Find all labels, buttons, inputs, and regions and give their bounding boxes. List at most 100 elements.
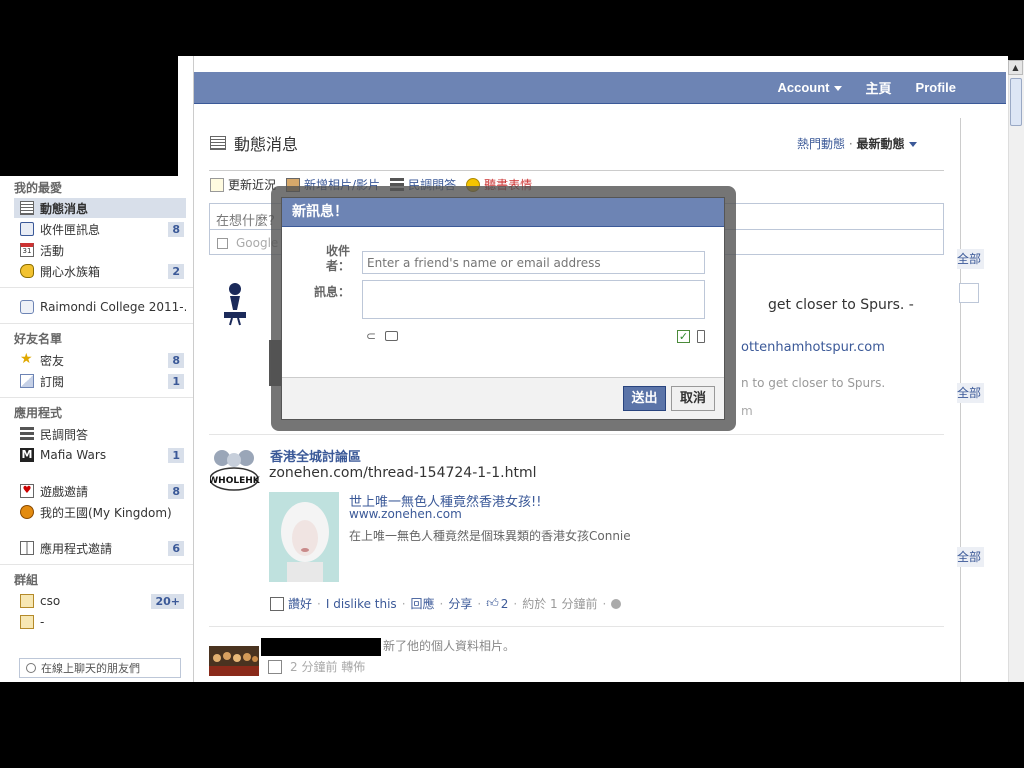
home-link[interactable]: 主頁 — [854, 78, 904, 97]
groups-heading: 群組 — [14, 573, 39, 587]
count-badge: 20+ — [151, 593, 184, 609]
message-label: 訊息： — [313, 285, 350, 299]
top-news-link[interactable]: 熱門動態 — [797, 137, 845, 151]
page-title: 動態消息 — [210, 131, 298, 155]
sidebar-item-group-dash[interactable]: - — [14, 612, 186, 632]
app-invite-icon — [20, 541, 34, 555]
recipient-label: 收件者： — [325, 244, 350, 273]
story-text: zonehen.com/thread-154724-1-1.html — [269, 465, 537, 481]
story-time: 2 分鐘前 轉佈 — [290, 660, 366, 674]
page-title-text: 動態消息 — [234, 135, 299, 154]
game-card-icon: ♥ — [20, 484, 34, 498]
sidebar-item-news-feed[interactable]: 動態消息 — [14, 198, 186, 218]
tab-label: 更新近況 — [228, 178, 277, 192]
star-icon: ★ — [20, 351, 33, 367]
story-text: get closer to Spurs. - — [768, 297, 914, 313]
top-navigation-bar: Account 主頁 Profile — [194, 72, 1006, 104]
profile-link[interactable]: Profile — [904, 80, 968, 95]
sidebar-item-label: 開心水族箱 — [40, 264, 101, 279]
divider — [209, 170, 944, 171]
story-description: n to get closer to Spurs. — [741, 376, 886, 390]
unread-count-badge: 8 — [168, 221, 184, 237]
sidebar-item-label: Raimondi College 2011-... — [40, 300, 186, 314]
attachment-thumbnail[interactable] — [269, 492, 339, 582]
story-time: m — [741, 404, 753, 418]
vertical-scrollbar[interactable] — [1008, 60, 1024, 682]
sidebar-item-label: 應用程式邀請 — [40, 541, 113, 556]
sidebar-item-game-invites[interactable]: ♥ 遊戲邀請 8 — [14, 481, 186, 501]
news-feed-icon — [210, 136, 226, 150]
crown-icon — [20, 505, 34, 519]
sidebar-item-label: Mafia Wars — [40, 448, 107, 462]
avatar[interactable] — [210, 276, 260, 326]
likes-count[interactable]: 2 — [501, 597, 509, 611]
like-link[interactable]: 讚好 — [288, 595, 312, 612]
side-input[interactable] — [959, 283, 979, 303]
camera-icon[interactable] — [385, 331, 398, 341]
search-icon — [26, 663, 36, 673]
sidebar-item-label: 密友 — [40, 353, 65, 368]
globe-icon — [611, 598, 622, 609]
story-link[interactable]: ottenhamhotspur.com — [741, 340, 885, 355]
chevron-down-icon — [833, 86, 842, 92]
divider — [209, 626, 944, 627]
separator: · — [602, 596, 607, 611]
count-badge: 1 — [168, 373, 184, 389]
sidebar-item-app-invites[interactable]: 應用程式邀請 6 — [14, 538, 186, 558]
online-friends-chat-search[interactable]: 在線上聊天的朋友們 — [19, 658, 181, 678]
sidebar-item-events[interactable]: 31 活動 — [14, 240, 186, 260]
cancel-button[interactable]: 取消 — [671, 386, 715, 411]
group-icon — [20, 615, 34, 629]
story-meta: 2 分鐘前 轉佈 — [268, 658, 365, 675]
paperclip-icon[interactable]: ⊂ — [366, 329, 376, 343]
sidebar-item-inbox[interactable]: 收件匣訊息 8 — [14, 219, 186, 239]
tab-status-update[interactable]: 更新近況 — [210, 176, 276, 193]
portrait-image — [269, 492, 339, 582]
scroll-thumb[interactable] — [1010, 78, 1022, 126]
calendar-icon: 31 — [20, 243, 34, 257]
sidebar-item-network[interactable]: Raimondi College 2011-... — [14, 297, 186, 317]
left-sidebar: 我的最愛 動態消息 收件匣訊息 8 31 活動 開心水族箱 2 Raimondi… — [0, 176, 193, 682]
sidebar-item-label: - — [40, 615, 45, 629]
account-label: Account — [777, 80, 830, 95]
poll-icon — [20, 427, 34, 441]
avatar-text: WHOLEHK — [210, 476, 260, 486]
count-badge: 6 — [168, 540, 184, 556]
account-menu[interactable]: Account — [766, 80, 854, 95]
share-link[interactable]: 分享 — [448, 595, 472, 612]
sidebar-item-close-friends[interactable]: ★ 密友 8 — [14, 350, 186, 370]
sidebar-item-polls[interactable]: 民調問答 — [14, 424, 186, 444]
sidebar-item-group-cso[interactable]: cso 20+ — [14, 591, 186, 611]
sidebar-item-label: 訂閱 — [40, 374, 65, 389]
checkbox-checked-icon[interactable]: ✓ — [677, 330, 690, 343]
send-button[interactable]: 送出 — [623, 386, 666, 411]
sidebar-item-happy-aquarium[interactable]: 開心水族箱 2 — [14, 261, 186, 281]
attachment-url[interactable]: www.zonehen.com — [349, 507, 462, 521]
divider — [209, 434, 944, 435]
dislike-link[interactable]: I dislike this — [326, 597, 397, 611]
sidebar-item-my-kingdom[interactable]: 我的王國(My Kingdom) — [14, 502, 186, 522]
comment-link[interactable]: 回應 — [411, 595, 435, 612]
story-author[interactable]: 香港全城討論區 — [270, 446, 361, 465]
show-all-tab[interactable]: 全部 — [957, 249, 984, 269]
google-share-checkbox[interactable] — [217, 237, 228, 249]
show-all-tab[interactable]: 全部 — [957, 547, 984, 567]
notification-count-badge: 2 — [168, 263, 184, 279]
avatar[interactable]: WHOLEHK — [208, 448, 261, 494]
divider — [0, 323, 193, 324]
avatar[interactable] — [209, 646, 259, 676]
sidebar-item-subscriptions[interactable]: 訂閱 1 — [14, 371, 186, 391]
spurs-logo-icon — [224, 283, 246, 326]
show-all-tab[interactable]: 全部 — [957, 383, 984, 403]
message-textarea[interactable] — [362, 280, 705, 319]
feed-sort-switch: 熱門動態 · 最新動態 — [797, 135, 917, 152]
recipient-input[interactable] — [362, 251, 705, 274]
scroll-up-arrow-icon[interactable]: ▲ — [1008, 60, 1023, 75]
separator: · — [401, 596, 406, 611]
chevron-down-icon[interactable] — [908, 142, 917, 147]
sidebar-item-mafia-wars[interactable]: M Mafia Wars 1 — [14, 445, 186, 465]
most-recent-selected[interactable]: 最新動態 — [857, 137, 905, 151]
separator: · — [439, 596, 444, 611]
subscriptions-icon — [20, 374, 34, 388]
group-icon — [20, 594, 34, 608]
